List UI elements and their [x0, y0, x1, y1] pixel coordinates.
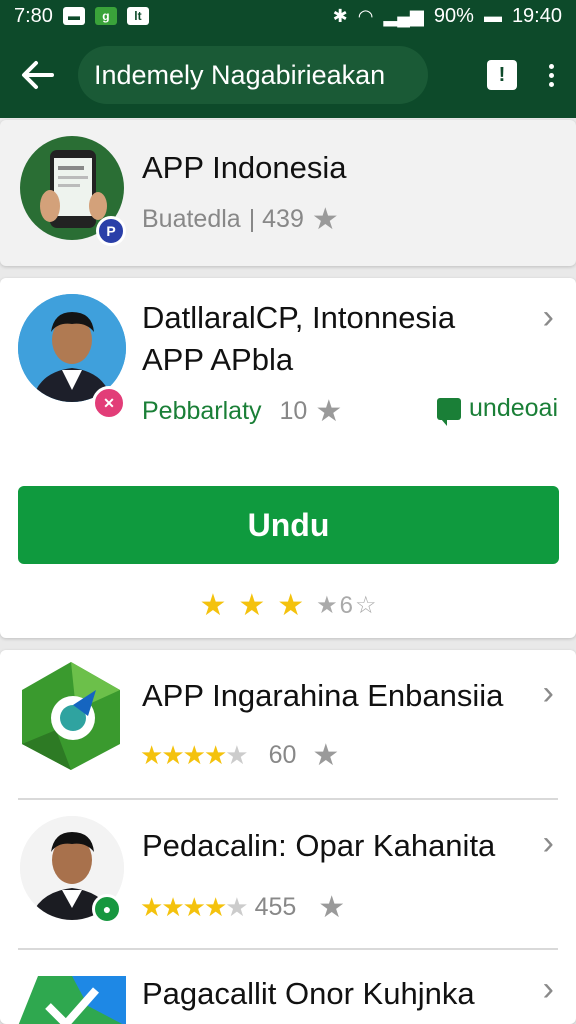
list-item-rating: ★★★★★ 455 ★	[140, 890, 345, 925]
app-badge: P	[96, 216, 126, 246]
app-meta: Buatedla | 439 ★	[142, 202, 339, 237]
list-item-count: 60	[268, 741, 297, 769]
app-icon	[22, 662, 120, 770]
developer-badge: ✕	[92, 386, 126, 420]
app-icon	[18, 976, 126, 1024]
back-button[interactable]	[12, 50, 62, 100]
battery-icon: ▬	[483, 5, 502, 26]
star-filled-icon: ★	[182, 892, 206, 922]
app-list-card: APP Ingarahina Enbansiia › ★★★★★ 60 ★ ● …	[0, 650, 576, 1024]
chevron-right-icon[interactable]: ›	[543, 970, 554, 1009]
chevron-right-icon[interactable]: ›	[543, 824, 554, 863]
app-title-line2: APP APbla	[142, 342, 294, 377]
rating-summary-count: 6	[339, 591, 354, 619]
app-meta-count: | 439	[248, 205, 304, 233]
app-detail-card: ✕ DatllaralCP, Intonnesia APP APbla › Pe…	[0, 278, 576, 638]
star-filled-icon: ★	[277, 589, 305, 622]
star-empty-icon: ★	[316, 592, 338, 619]
list-item-title: Pedacalin: Opar Kahanita	[142, 828, 496, 863]
signal-icon: ▂▄▆	[383, 5, 424, 26]
chat-icon	[437, 397, 462, 426]
arrow-left-icon	[22, 61, 54, 89]
star-filled-icon: ★	[238, 589, 266, 622]
app-title: APP Indonesia	[142, 150, 347, 185]
chevron-right-icon[interactable]: ›	[543, 298, 554, 337]
updates-link[interactable]: undeoai	[437, 394, 558, 426]
bluetooth-icon: ✱	[332, 5, 348, 26]
star-filled-icon: ★	[140, 892, 163, 922]
list-item[interactable]: ● Pedacalin: Opar Kahanita › ★★★★★ 455 ★	[0, 800, 576, 946]
publisher-name: Pebbarlaty	[142, 397, 262, 425]
list-item[interactable]: Pagacallit Onor Kuhjnka ›	[0, 950, 576, 1024]
star-icon: ★	[311, 203, 339, 236]
rating-summary: ★ ★ ★ ★ 6 ☆	[0, 588, 576, 623]
app-notification-icon: g	[94, 7, 117, 25]
featured-app-card[interactable]: P APP Indonesia Buatedla | 439 ★	[0, 120, 576, 266]
notification-icon: ▬	[62, 7, 85, 25]
install-label: Undu	[247, 506, 330, 543]
app-bar: Indemely Nagabirieakan !	[0, 32, 576, 118]
app-title-line1: DatllaralCP, Intonnesia	[142, 300, 456, 335]
wifi-icon: ◠	[357, 5, 374, 26]
star-filled-icon: ★	[161, 892, 184, 922]
star-icon: ★	[315, 395, 343, 428]
star-filled-icon: ★	[182, 740, 206, 770]
publisher-row: Pebbarlaty 10 ★	[142, 394, 342, 429]
star-filled-icon: ★	[199, 589, 227, 622]
list-item[interactable]: APP Ingarahina Enbansiia › ★★★★★ 60 ★	[0, 650, 576, 796]
status-time-right: 19:40	[511, 4, 562, 27]
star-empty-icon: ★	[225, 740, 248, 770]
clipboard-button[interactable]: !	[487, 60, 517, 90]
chevron-right-icon[interactable]: ›	[543, 674, 554, 713]
more-icon	[549, 63, 554, 69]
list-item-title: Pagacallit Onor Kuhjnka	[142, 976, 475, 1011]
search-field[interactable]: Indemely Nagabirieakan	[78, 46, 428, 104]
status-bar: 7:80 ▬ g lt ✱ ◠ ▂▄▆ 90% ▬ 19:40	[0, 0, 576, 32]
developer-badge: ●	[92, 894, 122, 924]
battery-percent: 90%	[433, 4, 474, 27]
list-item-title: APP Ingarahina Enbansiia	[142, 678, 504, 713]
clipboard-icon: !	[498, 63, 506, 86]
more-options-button[interactable]	[543, 60, 560, 91]
star-empty-icon: ★	[225, 892, 248, 922]
search-text: Indemely Nagabirieakan	[94, 59, 386, 90]
status-time-left: 7:80	[14, 4, 53, 27]
updates-label: undeoai	[469, 394, 558, 422]
list-item-rating: ★★★★★ 60 ★	[140, 738, 339, 773]
message-notification-icon: lt	[126, 7, 149, 25]
star-filled-icon: ★	[203, 740, 227, 770]
star-filled-icon: ★	[140, 740, 163, 770]
star-icon: ★	[318, 891, 346, 924]
rating-count: 10	[279, 397, 308, 425]
install-button[interactable]: Undu	[18, 486, 559, 564]
star-empty-icon: ☆	[355, 592, 377, 619]
star-filled-icon: ★	[161, 740, 184, 770]
app-meta-label: Buatedla	[142, 205, 241, 233]
star-icon: ★	[312, 739, 340, 772]
star-filled-icon: ★	[203, 892, 227, 922]
list-item-count: 455	[254, 893, 297, 921]
